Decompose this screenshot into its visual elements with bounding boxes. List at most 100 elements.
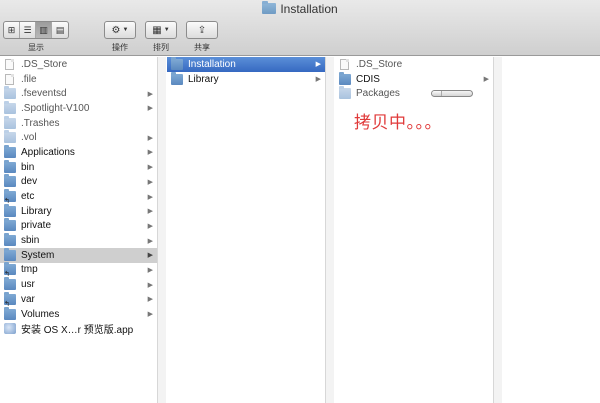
item-label: .Trashes <box>21 117 60 129</box>
item-label: .fseventsd <box>21 88 67 100</box>
list-item[interactable]: System ▶ <box>0 247 157 263</box>
item-label: private <box>21 220 52 232</box>
item-label: sbin <box>21 235 40 247</box>
disclosure-arrow-icon: ▶ <box>147 266 153 274</box>
list-item[interactable]: .file <box>0 72 157 87</box>
item-label: Applications <box>21 146 75 158</box>
list-item[interactable]: .Spotlight-V100 ▶ <box>0 100 157 116</box>
root-column[interactable]: .DS_Store .file .fseventsd ▶ .Spotlight-V100… <box>0 57 157 403</box>
copy-progress-bar <box>431 90 473 98</box>
document-icon <box>340 58 349 70</box>
list-item[interactable]: Applications ▶ <box>0 144 157 160</box>
folder-icon <box>4 233 16 247</box>
alias-folder-icon <box>4 291 16 308</box>
item-label: usr <box>21 279 35 291</box>
column-resize-handle[interactable] <box>493 57 502 403</box>
folder-icon <box>171 57 183 70</box>
disclosure-arrow-icon: ▶ <box>147 237 153 245</box>
item-label: Library <box>21 205 52 217</box>
list-item[interactable]: 安装 OS X…r 预览版.app <box>0 321 157 336</box>
disclosure-arrow-icon: ▶ <box>147 296 153 304</box>
list-item[interactable]: .DS_Store <box>0 57 157 72</box>
item-label: Installation <box>188 58 236 70</box>
list-item[interactable]: .vol ▶ <box>0 130 157 145</box>
list-item[interactable]: Library ▶ <box>167 71 325 87</box>
progress-fill <box>432 91 442 97</box>
action-label: 操作 <box>112 43 128 52</box>
folder-icon <box>339 71 351 85</box>
column-view-button[interactable]: ▥ <box>36 22 52 38</box>
folder-icon <box>262 1 277 14</box>
item-label: .file <box>21 73 37 85</box>
disclosure-arrow-icon: ▶ <box>315 61 321 69</box>
disclosure-arrow-icon: ▶ <box>147 134 153 142</box>
list-item[interactable]: tmp ▶ <box>0 262 157 278</box>
disclosure-arrow-icon: ▶ <box>147 311 153 319</box>
list-item[interactable]: .Trashes <box>0 115 157 131</box>
folder-icon <box>4 306 16 320</box>
list-item[interactable]: Volumes ▶ <box>0 306 157 322</box>
arrange-button[interactable]: ▦ ▼ <box>145 21 177 39</box>
item-label: var <box>21 293 35 305</box>
folder-icon <box>4 247 16 261</box>
disclosure-arrow-icon: ▶ <box>147 105 153 113</box>
column-resize-handle[interactable] <box>157 57 166 403</box>
list-item[interactable]: Library ▶ <box>0 203 157 219</box>
list-item[interactable]: sbin ▶ <box>0 233 157 248</box>
share-group: ⇪ 共享 <box>186 21 218 53</box>
gear-icon: ⚙ <box>111 24 121 36</box>
finder-window: Installation ⊞ ☰ ▥ ▤ 显示 ⚙ ▼ 操作 ▦ ▼ 排列 ⇪ … <box>0 0 600 403</box>
grid-icon: ⊞ <box>7 24 16 35</box>
share-label: 共享 <box>194 43 210 52</box>
list-item[interactable]: Packages <box>335 86 493 101</box>
list-item[interactable]: dev ▶ <box>0 174 157 190</box>
view-segmented-control[interactable]: ⊞ ☰ ▥ ▤ <box>3 21 69 39</box>
list-item[interactable]: Installation ▶ <box>167 57 325 72</box>
columns-icon: ▥ <box>39 24 48 35</box>
alias-folder-icon <box>4 262 16 278</box>
folder-icon <box>4 100 16 114</box>
list-icon: ☰ <box>23 24 32 35</box>
toolbar: Installation ⊞ ☰ ▥ ▤ 显示 ⚙ ▼ 操作 ▦ ▼ 排列 ⇪ … <box>0 0 600 56</box>
item-label: tmp <box>21 264 38 276</box>
list-item[interactable]: bin ▶ <box>0 159 157 175</box>
empty-column <box>503 57 600 403</box>
disclosure-arrow-icon: ▶ <box>147 90 153 98</box>
list-item[interactable]: usr ▶ <box>0 277 157 292</box>
system-column[interactable]: Installation ▶ Library ▶ <box>167 57 325 403</box>
folder-icon <box>339 86 351 100</box>
window-title: Installation <box>0 1 600 16</box>
item-label: 安装 OS X…r 预览版.app <box>21 325 134 337</box>
list-item[interactable]: .fseventsd ▶ <box>0 86 157 101</box>
view-label: 显示 <box>28 43 44 52</box>
item-label: .Spotlight-V100 <box>21 102 90 114</box>
icon-view-button[interactable]: ⊞ <box>4 22 20 38</box>
action-button[interactable]: ⚙ ▼ <box>104 21 136 39</box>
list-item[interactable]: CDIS ▶ <box>335 71 493 87</box>
disclosure-arrow-icon: ▶ <box>147 193 153 201</box>
disclosure-arrow-icon: ▶ <box>147 164 153 172</box>
window-title-text: Installation <box>280 2 338 16</box>
list-item[interactable]: var ▶ <box>0 291 157 308</box>
list-item[interactable]: private ▶ <box>0 218 157 234</box>
item-label: System <box>21 249 55 261</box>
chevron-down-icon: ▼ <box>122 27 129 33</box>
document-icon <box>5 73 14 85</box>
disclosure-arrow-icon: ▶ <box>147 281 153 289</box>
item-label: dev <box>21 176 38 188</box>
item-label: Volumes <box>21 308 60 320</box>
item-label: .DS_Store <box>21 58 68 70</box>
list-item[interactable]: etc ▶ <box>0 189 157 205</box>
folder-icon <box>4 115 16 129</box>
disclosure-arrow-icon: ▶ <box>147 208 153 216</box>
disclosure-arrow-icon: ▶ <box>147 149 153 157</box>
arrange-label: 排列 <box>153 43 169 52</box>
share-button[interactable]: ⇪ <box>186 21 218 39</box>
list-view-button[interactable]: ☰ <box>20 22 36 38</box>
action-group: ⚙ ▼ 操作 <box>104 21 136 53</box>
column-resize-handle[interactable] <box>325 57 334 403</box>
list-item[interactable]: .DS_Store <box>335 57 493 72</box>
disclosure-arrow-icon: ▶ <box>147 222 153 230</box>
coverflow-view-button[interactable]: ▤ <box>52 22 68 38</box>
folder-icon <box>4 203 16 217</box>
